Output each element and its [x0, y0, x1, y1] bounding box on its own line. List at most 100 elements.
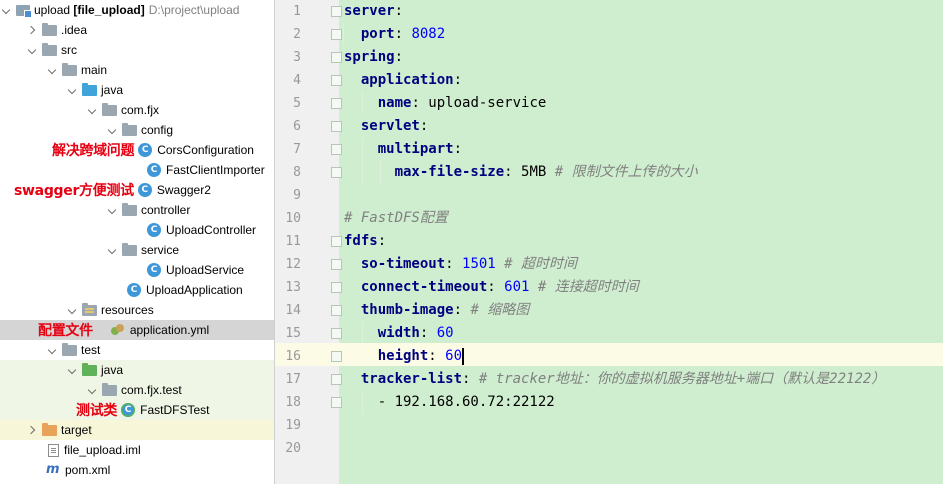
fold-marker-icon[interactable]: [331, 144, 342, 155]
tree-item-application-yml[interactable]: 配置文件 application.yml: [0, 320, 274, 340]
chevron-down-icon[interactable]: [108, 245, 118, 255]
fold-marker-icon[interactable]: [331, 282, 342, 293]
chevron-down-icon[interactable]: [68, 305, 78, 315]
tree-item-fastdfstest[interactable]: 测试类 C FastDFSTest: [0, 400, 274, 420]
yaml-colon: :: [419, 118, 429, 134]
yaml-indent: [344, 256, 361, 272]
tree-item-test-package[interactable]: com.fjx.test: [0, 380, 274, 400]
tree-item-uploadcontroller[interactable]: C UploadController: [0, 220, 274, 240]
code-line-6[interactable]: servlet:: [344, 115, 943, 138]
tree-item-root[interactable]: upload [file_upload] D:\project\upload: [0, 0, 274, 20]
fold-marker-icon[interactable]: [331, 121, 342, 132]
yaml-key: fdfs: [344, 233, 378, 249]
fold-marker-icon[interactable]: [331, 6, 342, 17]
chevron-down-icon[interactable]: [2, 5, 12, 15]
tree-item-label: config: [141, 123, 174, 137]
tree-item-swagger[interactable]: swagger方便测试 C Swagger2: [0, 180, 274, 200]
tree-item-controller[interactable]: controller: [0, 200, 274, 220]
tree-item-iml[interactable]: file_upload.iml: [0, 440, 274, 460]
code-line-5[interactable]: name: upload-service: [344, 92, 943, 115]
tree-item-label: UploadService: [166, 263, 245, 277]
text-caret: [462, 347, 464, 365]
maven-file-icon: m: [46, 462, 60, 477]
tree-item-uploadapplication[interactable]: C UploadApplication: [0, 280, 274, 300]
fold-marker-icon[interactable]: [331, 52, 342, 63]
code-line-13[interactable]: connect-timeout: 601 # 连接超时时间: [344, 276, 943, 299]
chevron-down-icon[interactable]: [48, 65, 58, 75]
line-number: 14: [285, 303, 301, 318]
code-line-15[interactable]: width: 60: [344, 322, 943, 345]
tree-item-package[interactable]: com.fjx: [0, 100, 274, 120]
yaml-colon: :: [419, 325, 437, 341]
class-icon: C: [147, 263, 161, 277]
code-line-12[interactable]: so-timeout: 1501 # 超时时间: [344, 253, 943, 276]
annotation-config-file: 配置文件: [38, 323, 93, 339]
yaml-value: upload-service: [428, 95, 547, 111]
fold-marker-icon[interactable]: [331, 29, 342, 40]
code-line-11[interactable]: fdfs:: [344, 230, 943, 253]
yaml-colon: :: [487, 279, 505, 295]
yaml-indent: [344, 118, 361, 134]
code-line-10[interactable]: # FastDFS配置: [344, 207, 943, 230]
fold-marker-icon[interactable]: [331, 259, 342, 270]
code-line-8[interactable]: max-file-size: 5MB # 限制文件上传的大小: [344, 161, 943, 184]
tree-item-config[interactable]: config: [0, 120, 274, 140]
code-line-16[interactable]: height: 60: [344, 345, 943, 368]
tree-item-idea[interactable]: .idea: [0, 20, 274, 40]
yaml-colon: :: [394, 49, 404, 65]
chevron-down-icon[interactable]: [48, 345, 58, 355]
code-line-3[interactable]: spring:: [344, 46, 943, 69]
chevron-right-icon[interactable]: [28, 25, 38, 35]
tree-item-src[interactable]: src: [0, 40, 274, 60]
tree-item-service[interactable]: service: [0, 240, 274, 260]
fold-marker-icon[interactable]: [331, 98, 342, 109]
line-number: 20: [285, 441, 301, 456]
chevron-down-icon[interactable]: [68, 365, 78, 375]
fold-marker-icon[interactable]: [331, 75, 342, 86]
fold-marker-icon[interactable]: [331, 397, 342, 408]
fold-marker-icon[interactable]: [331, 328, 342, 339]
code-line-2[interactable]: port: 8082: [344, 23, 943, 46]
code-line-1[interactable]: server:: [344, 0, 943, 23]
tree-item-test-java[interactable]: java: [0, 360, 274, 380]
yaml-comment: # 限制文件上传的大小: [554, 164, 698, 180]
code-line-18[interactable]: - 192.168.60.72:22122: [344, 391, 943, 414]
yaml-colon: :: [377, 233, 387, 249]
tree-item-cors[interactable]: 解决跨域问题 C CorsConfiguration: [0, 140, 274, 160]
yaml-colon: :: [453, 72, 463, 88]
fold-marker-icon[interactable]: [331, 374, 342, 385]
yaml-value: 60: [436, 325, 454, 341]
chevron-down-icon[interactable]: [108, 205, 118, 215]
tree-item-main[interactable]: main: [0, 60, 274, 80]
tree-item-uploadservice[interactable]: C UploadService: [0, 260, 274, 280]
fold-marker-icon[interactable]: [331, 305, 342, 316]
fold-marker-icon[interactable]: [331, 351, 342, 362]
yaml-colon: :: [428, 348, 446, 364]
chevron-down-icon[interactable]: [68, 85, 78, 95]
yaml-indent: [344, 394, 378, 410]
root-path: D:\project\upload: [148, 3, 240, 17]
root-name: upload: [34, 3, 71, 17]
code-line-17[interactable]: tracker-list: # tracker地址：你的虚拟机服务器地址+端口（…: [344, 368, 943, 391]
tree-item-resources[interactable]: resources: [0, 300, 274, 320]
chevron-down-icon[interactable]: [88, 385, 98, 395]
chevron-down-icon[interactable]: [28, 45, 38, 55]
fold-marker-icon[interactable]: [331, 236, 342, 247]
tree-item-label: FastDFSTest: [140, 403, 210, 417]
tree-item-java[interactable]: java: [0, 80, 274, 100]
tree-item-label: resources: [101, 303, 154, 317]
chevron-down-icon[interactable]: [88, 105, 98, 115]
code-line-4[interactable]: application:: [344, 69, 943, 92]
tree-item-label: Swagger2: [156, 183, 211, 197]
fold-marker-icon[interactable]: [331, 167, 342, 178]
chevron-down-icon[interactable]: [108, 125, 118, 135]
chevron-right-icon[interactable]: [28, 425, 38, 435]
tree-item-test[interactable]: test: [0, 340, 274, 360]
tree-item-label: target: [61, 423, 92, 437]
yaml-indent: [344, 141, 378, 157]
tree-item-fastclient[interactable]: C FastClientImporter: [0, 160, 274, 180]
code-line-14[interactable]: thumb-image: # 缩略图: [344, 299, 943, 322]
tree-item-pom[interactable]: m pom.xml: [0, 460, 274, 480]
tree-item-target[interactable]: target: [0, 420, 274, 440]
code-line-7[interactable]: multipart:: [344, 138, 943, 161]
